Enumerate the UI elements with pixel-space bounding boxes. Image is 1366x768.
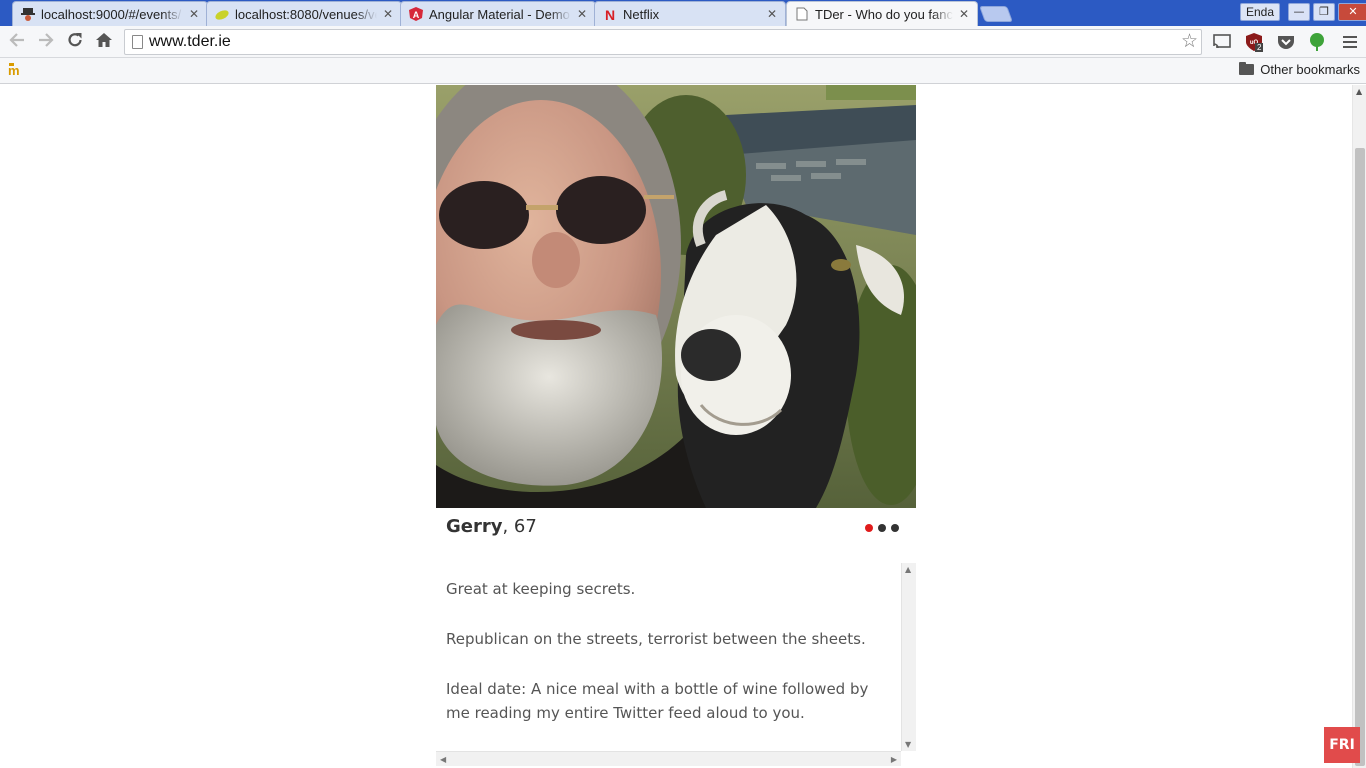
home-button[interactable] <box>92 30 116 54</box>
scrollbar-thumb[interactable] <box>1355 148 1365 766</box>
tab-title: Angular Material - Demo <box>429 6 570 22</box>
evernote-icon[interactable] <box>1306 31 1328 53</box>
photo-dot-1[interactable] <box>865 524 873 532</box>
profile-name: Gerry <box>446 516 503 537</box>
other-bookmarks-button[interactable]: Other bookmarks <box>1239 62 1360 77</box>
window-close-button[interactable]: ✕ <box>1338 3 1366 21</box>
back-button[interactable] <box>5 30 29 54</box>
banana-icon <box>215 7 229 21</box>
restore-button[interactable]: ❐ <box>1313 3 1335 21</box>
tab-title: localhost:9000/#/events/ <box>41 6 182 22</box>
angular-icon: A <box>409 7 423 21</box>
svg-text:N: N <box>605 7 615 21</box>
photo-indicator <box>865 524 899 532</box>
reload-icon <box>66 31 84 54</box>
forward-arrow-icon <box>37 31 55 54</box>
page-viewport: Gerry, 67 Great at keeping secrets. Repu… <box>0 85 1352 768</box>
fri-badge[interactable]: FRI <box>1324 727 1360 763</box>
page-icon <box>795 7 809 21</box>
profile-name-age: Gerry, 67 <box>446 516 537 537</box>
pocket-icon[interactable] <box>1275 31 1297 53</box>
ublock-icon[interactable]: uO 2 <box>1243 31 1265 53</box>
close-icon[interactable]: ✕ <box>381 7 395 21</box>
ublock-count-badge: 2 <box>1255 43 1264 52</box>
scroll-up-icon[interactable]: ▲ <box>905 565 911 574</box>
bio-line-1: Great at keeping secrets. <box>446 580 636 598</box>
minimize-button[interactable]: — <box>1288 3 1310 21</box>
scroll-left-icon[interactable]: ◀ <box>440 755 446 764</box>
close-icon[interactable]: ✕ <box>765 7 779 21</box>
menu-icon[interactable] <box>1339 31 1361 53</box>
page-scrollbar[interactable]: ▲ <box>1352 85 1366 768</box>
photo-dot-3[interactable] <box>891 524 899 532</box>
photo-dot-2[interactable] <box>878 524 886 532</box>
bio-horizontal-scrollbar[interactable]: ◀ ▶ <box>436 751 901 766</box>
page-icon <box>132 35 143 49</box>
hat-icon <box>21 7 35 21</box>
tab-netflix[interactable]: N Netflix ✕ <box>594 1 786 26</box>
browser-toolbar: www.tder.ie ☆ uO 2 <box>0 26 1366 58</box>
bio-line-3: Ideal date: A nice meal with a bottle of… <box>446 680 869 722</box>
address-bar[interactable]: www.tder.ie ☆ <box>124 29 1202 55</box>
tab-tder[interactable]: TDer - Who do you fancy? ✕ <box>786 1 978 26</box>
home-icon <box>95 31 113 54</box>
address-url: www.tder.ie <box>149 33 231 50</box>
forward-button[interactable] <box>34 30 58 54</box>
back-arrow-icon <box>8 31 26 54</box>
new-tab-button[interactable] <box>979 6 1013 22</box>
bio-line-2: Republican on the streets, terrorist bet… <box>446 630 866 648</box>
bookmark-app-icon[interactable]: m <box>8 63 24 78</box>
bio-vertical-scrollbar[interactable]: ▲ ▼ <box>901 563 916 751</box>
bio-text: Great at keeping secrets. Republican on … <box>446 577 886 751</box>
cast-icon[interactable] <box>1211 31 1233 53</box>
close-icon[interactable]: ✕ <box>575 7 589 21</box>
bio-panel: Great at keeping secrets. Republican on … <box>436 563 916 766</box>
tab-angular-material[interactable]: A Angular Material - Demo ✕ <box>400 1 596 26</box>
close-icon[interactable]: ✕ <box>187 7 201 21</box>
tab-title: localhost:8080/venues/ve <box>235 6 377 22</box>
scroll-right-icon[interactable]: ▶ <box>891 755 897 764</box>
tab-venues[interactable]: localhost:8080/venues/ve ✕ <box>206 1 402 26</box>
tab-events[interactable]: localhost:9000/#/events/ ✕ <box>12 1 208 26</box>
reload-button[interactable] <box>63 30 87 54</box>
netflix-icon: N <box>603 7 617 21</box>
close-icon[interactable]: ✕ <box>957 7 971 21</box>
scroll-down-icon[interactable]: ▼ <box>905 740 911 749</box>
scroll-up-icon[interactable]: ▲ <box>1356 87 1362 96</box>
other-bookmarks-label: Other bookmarks <box>1260 62 1360 77</box>
bookmark-star-icon[interactable]: ☆ <box>1181 30 1198 52</box>
tab-strip: localhost:9000/#/events/ ✕ localhost:808… <box>0 0 1366 26</box>
svg-text:A: A <box>413 10 420 20</box>
profile-button[interactable]: Enda <box>1240 3 1280 21</box>
bookmarks-bar: m Other bookmarks <box>0 58 1366 84</box>
folder-icon <box>1239 62 1255 75</box>
profile-age: , 67 <box>502 516 537 537</box>
tab-title: TDer - Who do you fancy? <box>815 6 953 22</box>
profile-photo[interactable] <box>436 85 916 508</box>
tab-title: Netflix <box>623 6 660 22</box>
